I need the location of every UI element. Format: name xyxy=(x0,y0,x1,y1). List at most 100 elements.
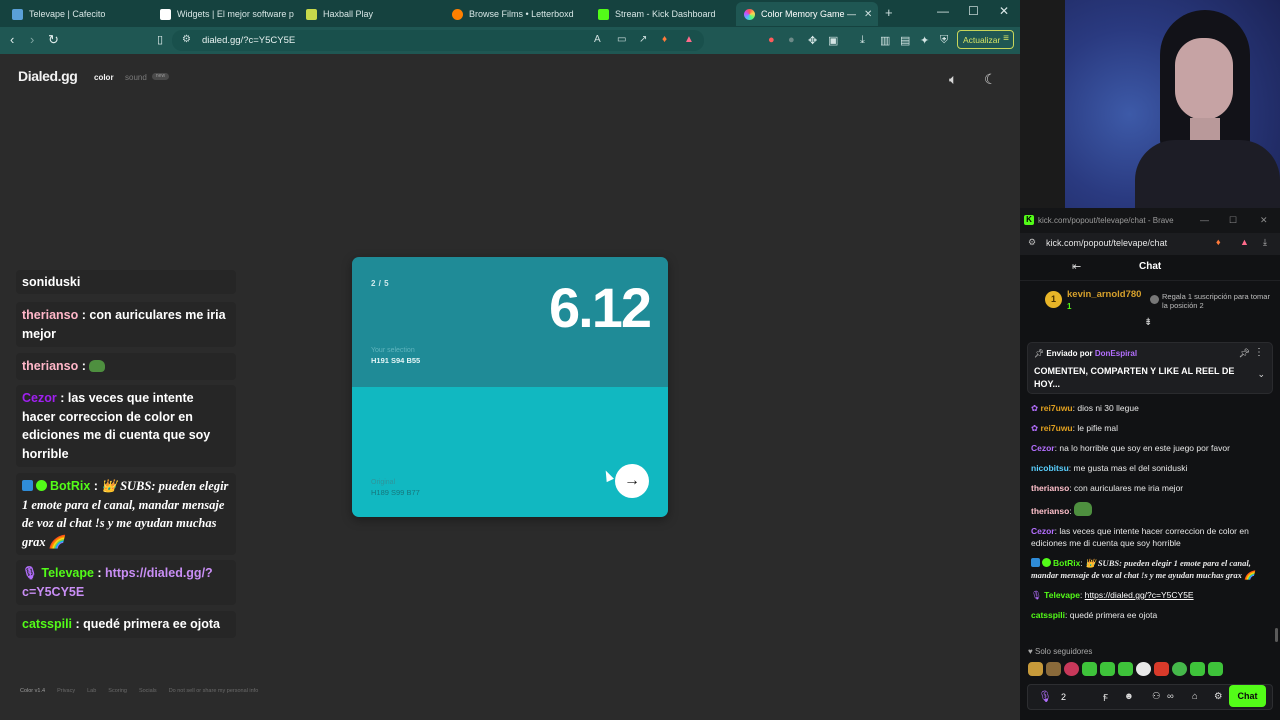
download-icon[interactable]: ⤓ xyxy=(860,34,865,47)
chat-user[interactable]: therianso xyxy=(1031,506,1069,516)
brave-shields-icon[interactable]: ♦ xyxy=(1216,237,1221,247)
chat-user[interactable]: therianso xyxy=(1031,483,1069,493)
share-icon[interactable]: ↗ xyxy=(639,34,647,45)
tab-widgets[interactable]: Widgets | El mejor software para xyxy=(152,2,294,26)
leo-icon[interactable]: ✦ xyxy=(920,34,929,47)
footer-socials-link[interactable]: Socials xyxy=(139,688,157,694)
emote-green-5-icon[interactable] xyxy=(1208,662,1223,676)
emote-dancer-icon[interactable] xyxy=(1028,662,1043,676)
update-button[interactable]: Actualizar ≡ xyxy=(957,30,1014,49)
footer-privacy-link[interactable]: Privacy xyxy=(57,688,75,694)
chat-text: quedé primera ee ojota xyxy=(1069,610,1158,620)
expand-arrow-icon[interactable]: ⇟ xyxy=(1144,317,1152,328)
chat-text: me gusta mas el del soniduski xyxy=(1073,463,1188,473)
forward-icon[interactable]: › xyxy=(30,32,34,47)
footer-lab-link[interactable]: Lab xyxy=(87,688,96,694)
chat-user[interactable]: catsspili xyxy=(1031,610,1065,620)
extension-red-icon[interactable]: ● xyxy=(768,34,775,46)
emote-green-1-icon[interactable] xyxy=(1082,662,1097,676)
tab-favicon-icon xyxy=(306,8,317,20)
emote-pepe-icon[interactable] xyxy=(1172,662,1187,676)
tab-kick-dashboard[interactable]: Stream - Kick Dashboard xyxy=(590,2,732,26)
pin-icon[interactable]: 📌︎ xyxy=(1239,348,1250,359)
reload-icon[interactable]: ↻ xyxy=(48,32,59,48)
chat-maximize-icon[interactable]: ☐ xyxy=(1229,215,1237,226)
maximize-icon[interactable]: ☐ xyxy=(968,4,979,18)
tab-close-icon[interactable]: ✕ xyxy=(864,9,872,20)
wallet-icon[interactable]: ▤ xyxy=(900,34,910,47)
volume-icon[interactable]: 🔈︎ xyxy=(949,71,957,88)
footer-scoring-link[interactable]: Scoring xyxy=(108,688,127,694)
chat-url-text[interactable]: kick.com/popout/televape/chat xyxy=(1046,238,1167,248)
emote-picker-icon[interactable]: ⚇ xyxy=(1152,691,1161,702)
download-icon[interactable]: ⤓ xyxy=(1263,237,1267,248)
vpn-shield-icon[interactable]: ⛨ xyxy=(940,34,948,47)
chat-user[interactable]: BotRix xyxy=(1053,558,1080,568)
gifter-name[interactable]: kevin_arnold780 xyxy=(1067,289,1141,300)
tab-color-memory-game[interactable]: Color Memory Game — ✕ xyxy=(736,2,878,26)
store-icon[interactable]: ⌂ xyxy=(1192,691,1198,702)
chat-user[interactable]: rei7uwu xyxy=(1041,403,1073,413)
more-options-icon[interactable]: ⋮ xyxy=(1254,347,1264,358)
extensions-puzzle-icon[interactable]: ✥ xyxy=(808,34,817,47)
nav-color-link[interactable]: color xyxy=(94,73,114,82)
tab-favicon-icon xyxy=(160,8,171,20)
send-chat-button[interactable]: Chat xyxy=(1229,685,1266,707)
chat-user[interactable]: Televape xyxy=(1044,590,1080,600)
chat-minimize-icon[interactable]: — xyxy=(1200,215,1209,225)
next-round-button[interactable]: → xyxy=(615,464,649,498)
overlay-separator: : xyxy=(56,391,68,405)
brave-rewards-icon[interactable]: ▲ xyxy=(684,34,694,45)
chat-user[interactable]: Cezor xyxy=(1031,443,1055,453)
chat-user[interactable]: nicobitsu xyxy=(1031,463,1069,473)
cast-icon[interactable]: ▭ xyxy=(617,34,626,45)
translate-icon[interactable]: A xyxy=(594,34,601,45)
infinity-icon[interactable]: ∞ xyxy=(1167,691,1174,702)
back-icon[interactable]: ‹ xyxy=(10,32,14,47)
site-settings-icon[interactable]: ⚙ xyxy=(1028,237,1036,248)
emote-group-icon[interactable] xyxy=(1046,662,1061,676)
brand-logo[interactable]: Dialed.gg xyxy=(18,68,78,84)
chat-collapse-icon[interactable]: ⇤ xyxy=(1072,260,1081,273)
brave-shields-icon[interactable]: ♦ xyxy=(662,34,667,45)
site-settings-icon[interactable]: ⚙ xyxy=(182,34,191,45)
tab-favicon-icon xyxy=(598,8,609,20)
emote-green-4-icon[interactable] xyxy=(1190,662,1205,676)
emote-red-icon[interactable] xyxy=(1064,662,1079,676)
tab-letterboxd[interactable]: Browse Films • Letterboxd xyxy=(444,2,586,26)
new-tab-button[interactable]: + xyxy=(885,5,893,20)
close-window-icon[interactable]: ✕ xyxy=(999,4,1009,18)
screen: Televape | Cafecito Widgets | El mejor s… xyxy=(0,0,1280,720)
text-format-icon[interactable]: Ꞙ xyxy=(1103,691,1108,704)
dark-mode-moon-icon[interactable]: ☾ xyxy=(984,71,997,88)
chat-close-icon[interactable]: ✕ xyxy=(1260,215,1268,226)
sidebar-icon[interactable]: ▥ xyxy=(880,34,890,47)
overlay-text: soniduski xyxy=(22,275,81,289)
tab-televape-cafecito[interactable]: Televape | Cafecito xyxy=(4,2,150,26)
chat-scrollbar[interactable] xyxy=(1275,628,1278,642)
settings-gear-icon[interactable]: ⚙ xyxy=(1214,691,1223,702)
tab-haxball[interactable]: Haxball Play xyxy=(298,2,440,26)
extension-grey-icon[interactable]: ● xyxy=(788,34,795,46)
emote-angry-icon[interactable] xyxy=(1154,662,1169,676)
chat-user[interactable]: Cezor xyxy=(1031,526,1055,536)
chevron-down-icon[interactable]: ⌄ xyxy=(1257,369,1265,380)
nav-sound-link[interactable]: sound xyxy=(125,73,147,82)
emote-green-2-icon[interactable] xyxy=(1100,662,1115,676)
bookmark-icon[interactable]: ▯ xyxy=(157,33,163,46)
brave-rewards-icon[interactable]: ▲ xyxy=(1240,237,1249,247)
gift-cta[interactable]: Regala 1 suscripción para tomar la posic… xyxy=(1162,292,1274,310)
footer-do-not-sell-link[interactable]: Do not sell or share my personal info xyxy=(169,688,259,694)
minimize-icon[interactable]: — xyxy=(937,4,949,18)
chat-link[interactable]: https://dialed.gg/?c=Y5CY5E xyxy=(1085,590,1194,600)
emoji-icon[interactable]: ☻ xyxy=(1124,691,1134,702)
webcam-person-face xyxy=(1175,38,1233,120)
emote-skull-icon[interactable] xyxy=(1136,662,1151,676)
mic-icon[interactable]: 🎙︎ xyxy=(1038,690,1052,703)
screenshot-icon[interactable]: ▣ xyxy=(828,34,838,47)
url-field[interactable]: ⚙ dialed.gg/?c=Y5CY5E A ▭ ↗ ♦ ▲ xyxy=(172,30,704,51)
tab-label: Televape | Cafecito xyxy=(29,9,106,19)
pinned-by-user[interactable]: DonEspiral xyxy=(1095,349,1137,358)
chat-user[interactable]: rei7uwu xyxy=(1041,423,1073,433)
emote-green-3-icon[interactable] xyxy=(1118,662,1133,676)
